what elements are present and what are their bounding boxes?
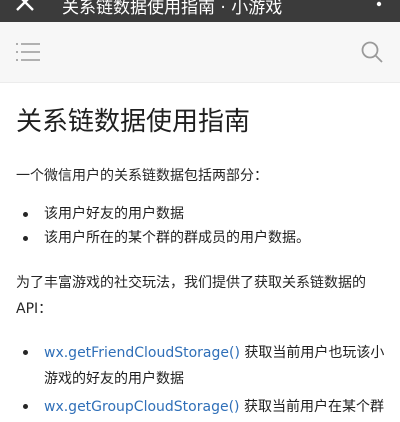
intro-text: 一个微信用户的关系链数据包括两部分： (16, 168, 268, 184)
list-item: 该用户好友的用户数据 (16, 202, 386, 226)
api-intro-text: 为了丰富游戏的社交玩法，我们提供了获取关系链数据的API： (16, 275, 366, 317)
api-description: 获取当前用户在某个群 (239, 399, 384, 415)
article-content: 关系链数据使用指南 一个微信用户的关系链数据包括两部分： 该用户好友的用户数据 … (16, 82, 386, 422)
api-list: wx.getFriendCloudStorage() 获取当前用户也玩该小游戏的… (16, 340, 386, 420)
more-options-icon[interactable] (376, 0, 382, 12)
data-parts-list: 该用户好友的用户数据 该用户所在的某个群的群成员的用户数据。 (16, 202, 386, 250)
search-icon[interactable] (360, 40, 384, 64)
list-item: 该用户所在的某个群的群成员的用户数据。 (16, 226, 386, 250)
page-title: 关系链数据使用指南 (16, 107, 251, 137)
doc-toolbar (0, 22, 400, 83)
hamburger-menu-icon[interactable] (16, 42, 40, 62)
api-list-item: wx.getGroupCloudStorage() 获取当前用户在某个群 (16, 394, 386, 420)
api-link-get-friend-cloud-storage[interactable]: wx.getFriendCloudStorage() (44, 345, 240, 361)
api-list-item: wx.getFriendCloudStorage() 获取当前用户也玩该小游戏的… (16, 340, 386, 392)
title-bar: 关系链数据使用指南 · 小游戏 (0, 0, 400, 22)
window-title: 关系链数据使用指南 · 小游戏 (62, 0, 283, 18)
close-icon[interactable] (14, 0, 36, 13)
api-link-get-group-cloud-storage[interactable]: wx.getGroupCloudStorage() (44, 399, 240, 415)
